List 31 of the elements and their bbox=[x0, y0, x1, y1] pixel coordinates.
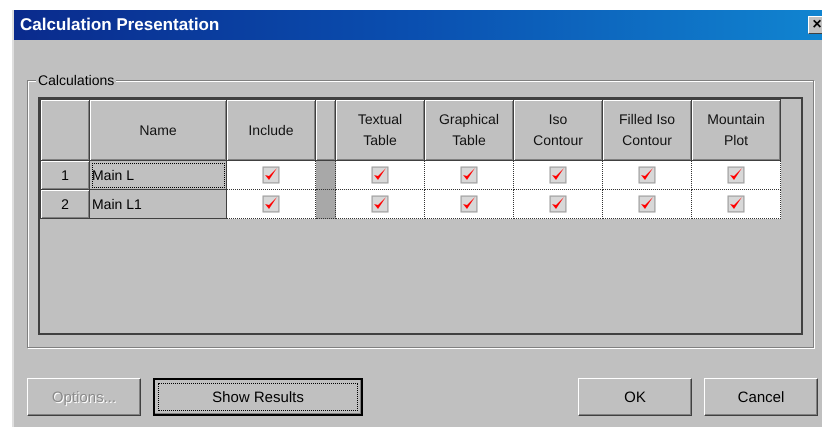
checkbox[interactable] bbox=[638, 166, 656, 184]
checkbox[interactable] bbox=[638, 195, 656, 214]
dialog-button[interactable]: Show Results bbox=[153, 378, 363, 416]
window-title: Calculation Presentation bbox=[20, 15, 220, 35]
dialog-button[interactable]: OK bbox=[578, 378, 692, 416]
column-header[interactable]: Mountain Plot bbox=[692, 100, 780, 160]
close-button[interactable]: × bbox=[808, 16, 822, 34]
group-title: Calculations bbox=[36, 72, 116, 88]
row-header[interactable]: 2 bbox=[40, 190, 90, 218]
checkbox[interactable] bbox=[727, 195, 745, 214]
column-header[interactable] bbox=[316, 100, 336, 160]
checkbox[interactable] bbox=[549, 166, 567, 184]
checkbox[interactable] bbox=[262, 195, 280, 214]
table-cell[interactable]: Main L bbox=[90, 160, 226, 190]
checkbox[interactable] bbox=[460, 195, 478, 214]
row-header[interactable]: 1 bbox=[40, 160, 90, 190]
column-header[interactable]: Name bbox=[90, 100, 226, 160]
dialog-button[interactable]: Cancel bbox=[704, 378, 818, 416]
checkbox[interactable] bbox=[262, 166, 280, 184]
column-header[interactable]: Iso Contour bbox=[514, 100, 602, 160]
column-header[interactable]: Filled Iso Contour bbox=[602, 100, 692, 160]
checkbox[interactable] bbox=[460, 166, 478, 184]
checkbox[interactable] bbox=[371, 166, 389, 184]
column-header[interactable]: Include bbox=[226, 100, 316, 160]
checkbox[interactable] bbox=[371, 195, 389, 214]
table-cell[interactable]: Main L1 bbox=[90, 190, 226, 218]
checkbox[interactable] bbox=[549, 195, 567, 214]
column-header[interactable]: Textual Table bbox=[336, 100, 424, 160]
checkbox[interactable] bbox=[727, 166, 745, 184]
column-header[interactable]: Graphical Table bbox=[424, 100, 514, 160]
corner-header bbox=[40, 100, 90, 160]
